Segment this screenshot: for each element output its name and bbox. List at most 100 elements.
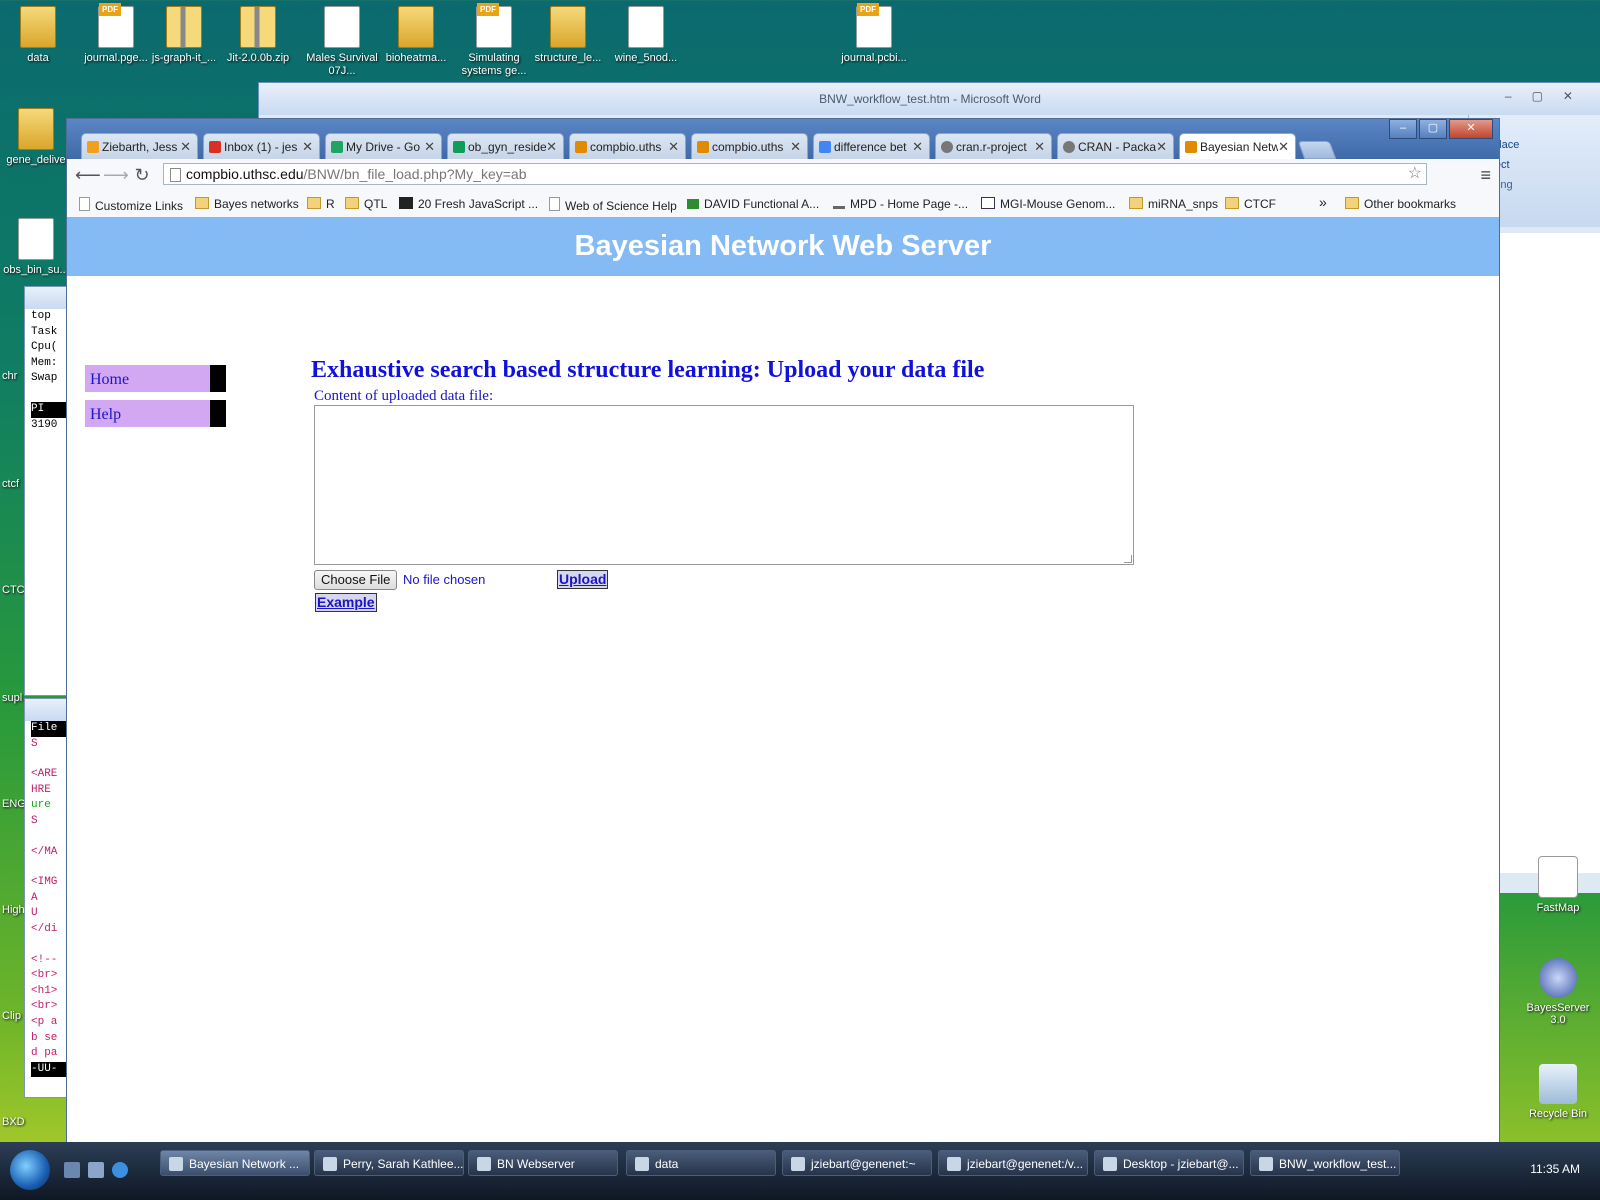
tab-close-icon[interactable]: ✕: [180, 139, 191, 155]
terminal-top[interactable]: top Task Cpu( Mem: Swap PI 3190: [24, 286, 70, 696]
desktop-icon-journal-pge[interactable]: journal.pge...: [80, 3, 152, 65]
internet-explorer-icon[interactable]: [112, 1162, 128, 1178]
chrome-window[interactable]: – ▢ ✕ Ziebarth, Jess ✕ Inbox (1) - jes ✕ M…: [66, 118, 1500, 1144]
taskbar-bnw-workflow[interactable]: BNW_workflow_test...: [1250, 1150, 1400, 1176]
tab-my-drive[interactable]: My Drive - Go ✕: [325, 133, 442, 159]
minimize-button[interactable]: –: [1389, 119, 1417, 139]
bookmark-other-bookmarks[interactable]: Other bookmarks: [1345, 197, 1456, 211]
bookmark-customize-links[interactable]: Customize Links: [79, 197, 183, 213]
bookmark-mirna-snps[interactable]: miRNA_snps: [1129, 197, 1218, 211]
bookmark-r[interactable]: R: [307, 197, 335, 211]
tab-close-icon[interactable]: ✕: [668, 139, 679, 155]
page-icon: [549, 197, 560, 211]
taskbar-perry-sarah[interactable]: Perry, Sarah Kathlee...: [314, 1150, 464, 1176]
side-label: Clip: [2, 1010, 21, 1022]
choose-file-button[interactable]: Choose File: [314, 570, 398, 590]
tab-close-icon[interactable]: ✕: [1034, 139, 1045, 155]
folder-icon: [195, 197, 209, 209]
taskbar-desktop-jziebart[interactable]: Desktop - jziebart@...: [1094, 1150, 1244, 1176]
taskbar-bn-webserver[interactable]: BN Webserver: [468, 1150, 618, 1176]
back-icon[interactable]: ⟵: [75, 165, 101, 186]
tab-close-icon[interactable]: ✕: [1156, 139, 1167, 155]
tab-ob-gyn[interactable]: ob_gyn_reside ✕: [447, 133, 564, 159]
tab-close-icon[interactable]: ✕: [912, 139, 923, 155]
tab-compbio-1[interactable]: compbio.uths ✕: [569, 133, 686, 159]
desktop-icon-structure-le[interactable]: structure_le...: [532, 6, 604, 65]
taskbar-bayesian-network[interactable]: Bayesian Network ...: [160, 1150, 310, 1176]
bookmarks-bar: Customize Links Bayes networks R QTL 20 …: [67, 191, 1499, 218]
url-path: /BNW/bn_file_load.php?My_key=ab: [303, 166, 527, 182]
bayesserver-icon: [1539, 958, 1577, 998]
bookmark-bayes-networks[interactable]: Bayes networks: [195, 197, 299, 211]
bookmarks-overflow-button[interactable]: »: [1319, 194, 1327, 210]
desktop-icon-jit-zip[interactable]: Jit-2.0.0b.zip: [222, 6, 294, 65]
tab-compbio-2[interactable]: compbio.uths ✕: [691, 133, 808, 159]
tab-ziebarth[interactable]: Ziebarth, Jess ✕: [81, 133, 198, 159]
document-icon: [18, 218, 54, 260]
page-banner: Bayesian Network Web Server: [67, 217, 1499, 276]
chrome-menu-icon[interactable]: ≡: [1480, 165, 1491, 186]
bookmark-ctcf[interactable]: CTCF: [1225, 197, 1276, 211]
desktop-icon-fastmap[interactable]: FastMap: [1518, 856, 1598, 914]
desktop-icon-obs-bin-su[interactable]: obs_bin_su...: [0, 218, 72, 277]
reload-icon[interactable]: ↻: [131, 165, 153, 186]
tab-close-icon[interactable]: ✕: [424, 139, 435, 155]
tab-inbox[interactable]: Inbox (1) - jes ✕: [203, 133, 320, 159]
desktop-icon-males-survival[interactable]: Males Survival 07J...: [306, 6, 378, 78]
desktop-icon-journal-pcbi[interactable]: journal.pcbi...: [838, 3, 910, 65]
nav-home[interactable]: Home: [85, 365, 226, 392]
taskbar-jziebart-home[interactable]: jziebart@genenet:~: [782, 1150, 932, 1176]
show-desktop-icon[interactable]: [64, 1162, 80, 1178]
upload-button[interactable]: Upload: [557, 570, 609, 589]
word-title-bar: BNW_workflow_test.htm - Microsoft Word: [259, 83, 1600, 115]
sheets-icon: [453, 141, 465, 153]
tab-close-icon[interactable]: ✕: [302, 139, 313, 155]
switch-windows-icon[interactable]: [88, 1162, 104, 1178]
tab-cran-project[interactable]: cran.r-project ✕: [935, 133, 1052, 159]
tab-cran-packages[interactable]: CRAN - Packa ✕: [1057, 133, 1174, 159]
terminal-emacs[interactable]: File S <ARE HRE ure S </MA <IMG A U </di…: [24, 698, 70, 1098]
folder-icon: [1345, 197, 1359, 209]
desktop-icon-recycle-bin[interactable]: Recycle Bin: [1518, 1064, 1598, 1120]
tab-close-icon[interactable]: ✕: [546, 139, 557, 155]
r-icon: [941, 141, 953, 153]
desktop-icon-wine-5nod[interactable]: wine_5nod...: [610, 6, 682, 65]
side-label: chr: [2, 370, 18, 382]
desktop-icon-js-graph-it[interactable]: js-graph-it_...: [148, 6, 220, 65]
folder-icon: [18, 108, 54, 150]
clock[interactable]: 11:35 AM: [1530, 1162, 1580, 1176]
desktop-icon-gene-delive[interactable]: gene_delive: [0, 108, 72, 167]
nav-help[interactable]: Help: [85, 400, 226, 427]
address-bar[interactable]: compbio.uthsc.edu/BNW/bn_file_load.php?M…: [163, 163, 1427, 185]
maximize-button[interactable]: ▢: [1419, 119, 1447, 139]
tab-close-icon[interactable]: ✕: [1278, 139, 1289, 155]
forward-icon[interactable]: ⟶: [103, 165, 129, 186]
zip-icon: [166, 6, 202, 48]
chrome-title-bar[interactable]: – ▢ ✕ Ziebarth, Jess ✕ Inbox (1) - jes ✕ M…: [67, 119, 1499, 159]
desktop-icon-simulating-systems[interactable]: Simulating systems ge...: [458, 3, 530, 78]
tab-bayesian-network[interactable]: Bayesian Netw ✕: [1179, 133, 1296, 159]
zip-icon: [240, 6, 276, 48]
close-button[interactable]: ✕: [1449, 119, 1493, 139]
example-button[interactable]: Example: [315, 593, 377, 612]
bookmark-web-of-science[interactable]: Web of Science Help: [549, 197, 677, 213]
tab-strip: Ziebarth, Jess ✕ Inbox (1) - jes ✕ My Driv…: [81, 133, 1337, 159]
bookmark-20-fresh-javascript[interactable]: 20 Fresh JavaScript ...: [399, 197, 538, 211]
taskbar-jziebart-v[interactable]: jziebart@genenet:/v...: [938, 1150, 1088, 1176]
desktop-icon-bayesserver[interactable]: BayesServer 3.0: [1518, 958, 1598, 1026]
new-tab-button[interactable]: [1297, 141, 1337, 159]
desktop-icon-data[interactable]: data: [2, 6, 74, 65]
tab-difference[interactable]: difference bet ✕: [813, 133, 930, 159]
folder-icon: [1225, 197, 1239, 209]
bookmark-star-icon[interactable]: ☆: [1408, 164, 1422, 184]
bookmark-mgi[interactable]: MGI-Mouse Genom...: [981, 197, 1115, 211]
taskbar-data[interactable]: data: [626, 1150, 776, 1176]
desktop-icon-bioheatma[interactable]: bioheatma...: [380, 6, 452, 65]
file-content-textarea[interactable]: [314, 405, 1134, 565]
tab-close-icon[interactable]: ✕: [790, 139, 801, 155]
start-button[interactable]: [10, 1150, 50, 1190]
bookmark-david[interactable]: DAVID Functional A...: [687, 197, 819, 211]
bookmark-mpd[interactable]: MPD - Home Page -...: [833, 197, 968, 211]
system-tray: 11:35 AM: [1410, 1142, 1600, 1200]
bookmark-qtl[interactable]: QTL: [345, 197, 387, 211]
